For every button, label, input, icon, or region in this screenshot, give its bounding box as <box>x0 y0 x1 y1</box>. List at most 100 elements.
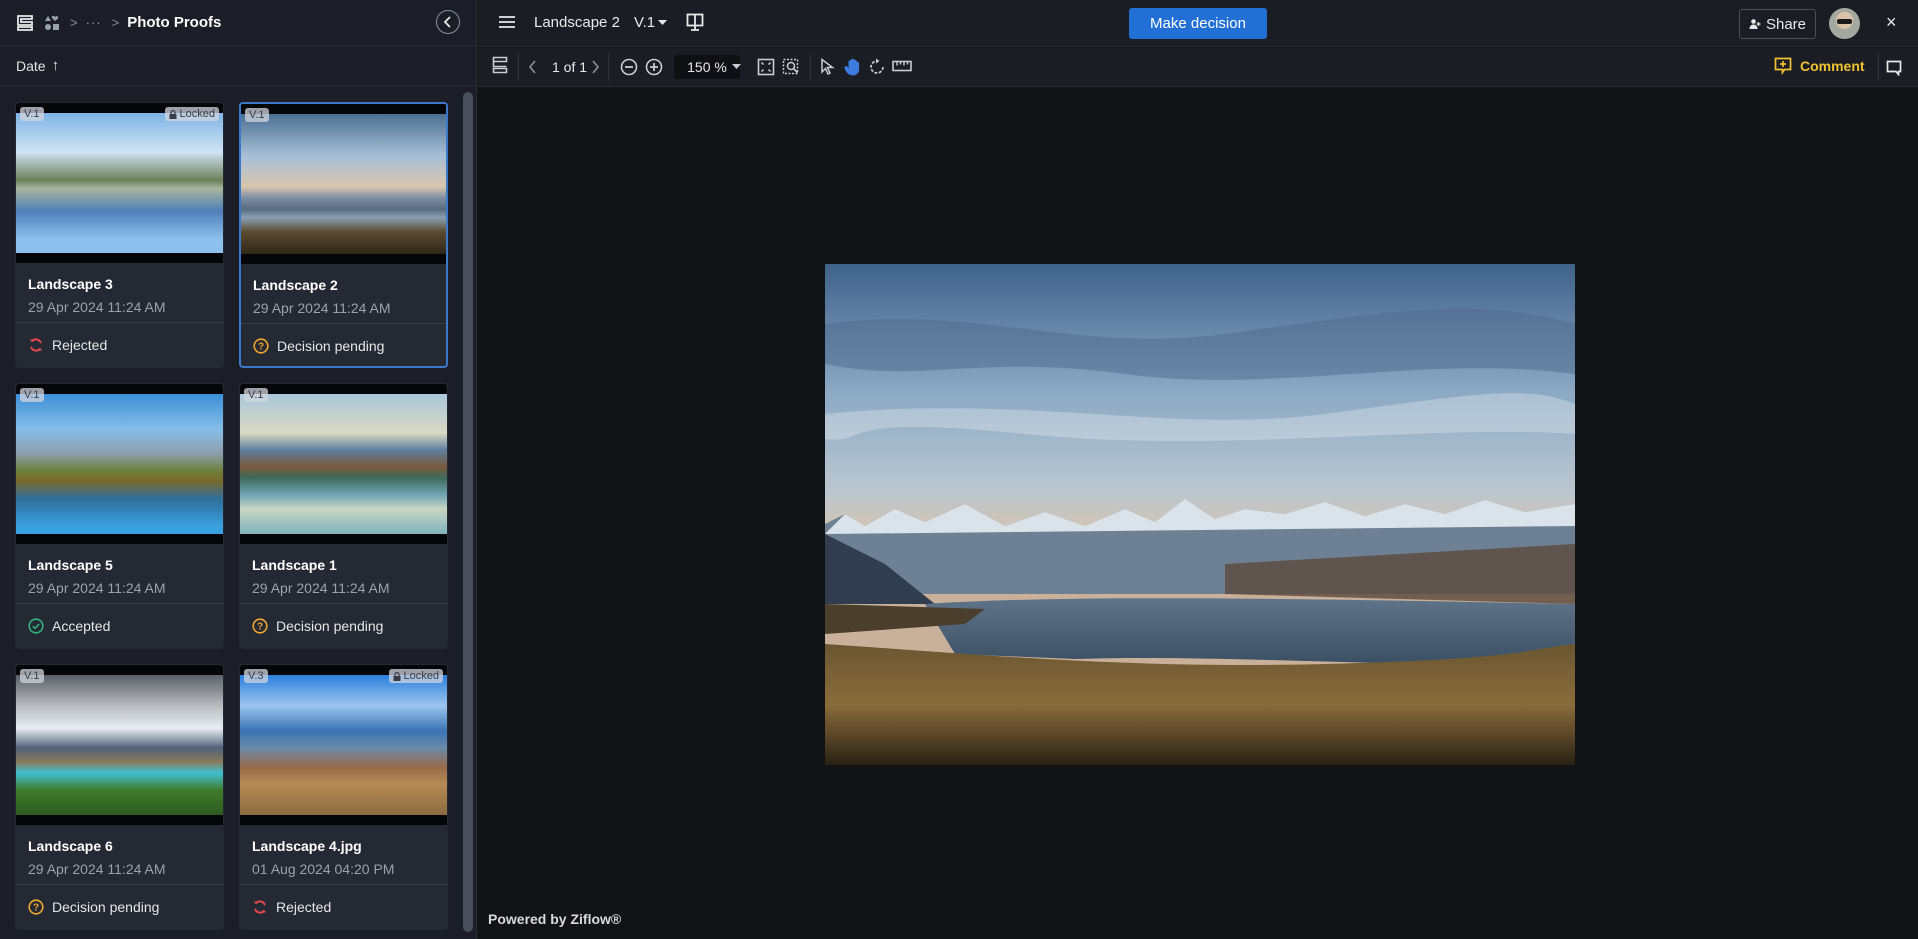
version-badge: V.1 <box>244 388 268 402</box>
projects-icon[interactable] <box>44 15 60 31</box>
previous-page-icon[interactable] <box>528 60 538 74</box>
breadcrumb-separator: > <box>111 15 120 30</box>
asset-name: Landscape 3 <box>28 276 113 292</box>
decision-status: Rejected <box>240 885 447 929</box>
landscape-image <box>825 264 1575 765</box>
status-label: Decision pending <box>276 618 384 634</box>
zoom-to-selection-icon[interactable] <box>782 58 800 76</box>
decision-status: ? Decision pending <box>16 885 223 929</box>
thumbnails-panel-icon[interactable] <box>492 56 508 74</box>
status-label: Decision pending <box>52 899 160 915</box>
sort-control[interactable]: Date ↑ <box>0 46 476 86</box>
asset-name: Landscape 4.jpg <box>252 838 362 854</box>
decision-status: ? Decision pending <box>241 324 446 366</box>
status-label: Accepted <box>52 618 111 634</box>
pan-hand-icon[interactable] <box>844 58 862 76</box>
rotate-icon[interactable] <box>868 58 886 76</box>
svg-text:?: ? <box>33 903 39 914</box>
rejected-icon <box>254 900 266 914</box>
viewer-toolbar: 1 of 1 150 % Comment <box>478 48 1918 87</box>
asset-date: 29 Apr 2024 11:24 AM <box>28 299 166 315</box>
asset-date: 01 Aug 2024 04:20 PM <box>252 861 395 877</box>
sidebar: > ··· > Photo Proofs Date ↑ V.1 Locked L… <box>0 0 477 939</box>
comment-plus-icon <box>1774 57 1792 75</box>
asset-date: 29 Apr 2024 11:24 AM <box>253 300 391 316</box>
asset-name: Landscape 2 <box>253 277 338 293</box>
asset-card[interactable]: V.1 Landscape 6 29 Apr 2024 11:24 AM ? D… <box>15 664 224 930</box>
status-label: Rejected <box>52 337 108 353</box>
add-comment-button[interactable]: Comment <box>1774 57 1865 75</box>
breadcrumb-current[interactable]: Photo Proofs <box>127 14 221 31</box>
breadcrumb-separator: > <box>70 15 78 30</box>
asset-date: 29 Apr 2024 11:24 AM <box>28 861 166 877</box>
question-circle-icon: ? <box>252 618 268 634</box>
comments-panel-icon[interactable] <box>1886 60 1902 76</box>
collapse-sidebar-button[interactable] <box>436 10 460 34</box>
version-badge: V.1 <box>20 669 44 683</box>
version-badge: V.1 <box>20 107 44 121</box>
check-circle-icon <box>28 618 44 634</box>
user-avatar[interactable] <box>1829 8 1860 39</box>
thumbnail: V.3 Locked <box>240 665 447 825</box>
asset-name: Landscape 6 <box>28 838 113 854</box>
lock-icon <box>169 109 177 119</box>
version-badge: V.3 <box>244 669 268 683</box>
svg-text:?: ? <box>258 342 264 353</box>
thumbnail: V.1 Locked <box>16 103 223 263</box>
asset-card[interactable]: V.1 Landscape 5 29 Apr 2024 11:24 AM Acc… <box>15 383 224 649</box>
sort-label: Date <box>16 57 46 74</box>
asset-card[interactable]: V.3 Locked Landscape 4.jpg 01 Aug 2024 0… <box>239 664 448 930</box>
breadcrumb-ellipsis[interactable]: ··· <box>86 15 102 30</box>
asset-date: 29 Apr 2024 11:24 AM <box>252 580 390 596</box>
asset-card[interactable]: V.1 Locked Landscape 3 29 Apr 2024 11:24… <box>15 102 224 368</box>
sidebar-header: > ··· > Photo Proofs <box>0 0 476 46</box>
make-decision-button[interactable]: Make decision <box>1129 8 1267 39</box>
status-label: Decision pending <box>277 338 385 354</box>
version-selector[interactable]: V.1 <box>634 14 668 31</box>
zoom-dropdown-caret-icon[interactable] <box>732 64 741 70</box>
svg-text:?: ? <box>257 622 263 633</box>
thumbnail: V.1 <box>240 384 447 544</box>
zoom-level-input[interactable]: 150 % <box>674 55 740 79</box>
share-button[interactable]: Share <box>1739 9 1816 39</box>
asset-date: 29 Apr 2024 11:24 AM <box>28 580 166 596</box>
locked-badge: Locked <box>164 107 219 121</box>
measure-ruler-icon[interactable] <box>892 60 912 72</box>
sort-arrow-up-icon[interactable]: ↑ <box>52 57 60 74</box>
close-icon[interactable]: × <box>1886 12 1897 33</box>
asset-name: Landscape 1 <box>252 557 337 573</box>
status-label: Rejected <box>276 899 332 915</box>
asset-card[interactable]: V.1 Landscape 1 29 Apr 2024 11:24 AM ? D… <box>239 383 448 649</box>
select-pointer-icon[interactable] <box>820 58 836 76</box>
zoom-out-icon[interactable] <box>620 58 638 76</box>
version-badge: V.1 <box>20 388 44 402</box>
thumbnail: V.1 <box>16 384 223 544</box>
sidebar-scrollbar[interactable] <box>463 92 473 932</box>
thumbnail: V.1 <box>16 665 223 825</box>
file-title: Landscape 2 <box>534 14 620 31</box>
locked-badge: Locked <box>388 669 443 683</box>
caret-down-icon <box>658 19 668 25</box>
chevron-left-icon <box>443 16 451 28</box>
ziflow-logo-icon[interactable] <box>16 14 34 32</box>
proof-image[interactable] <box>825 264 1575 765</box>
version-badge: V.1 <box>245 108 269 122</box>
decision-status: ? Decision pending <box>240 604 447 648</box>
add-user-icon <box>1749 19 1761 29</box>
question-circle-icon: ? <box>253 338 269 354</box>
page-indicator: 1 of 1 <box>552 59 588 75</box>
asset-grid: V.1 Locked Landscape 3 29 Apr 2024 11:24… <box>15 102 451 930</box>
zoom-in-icon[interactable] <box>645 58 663 76</box>
next-page-icon[interactable] <box>590 60 600 74</box>
compare-icon[interactable] <box>686 13 704 31</box>
thumbnail: V.1 <box>241 104 446 264</box>
asset-name: Landscape 5 <box>28 557 113 573</box>
asset-card-selected[interactable]: V.1 Landscape 2 29 Apr 2024 11:24 AM ? D… <box>239 102 448 368</box>
question-circle-icon: ? <box>28 899 44 915</box>
powered-by-footer: Powered by Ziflow® <box>488 911 622 927</box>
rejected-icon <box>30 338 42 352</box>
decision-status: Accepted <box>16 604 223 648</box>
hamburger-menu-icon[interactable] <box>498 14 516 30</box>
viewer-header: Landscape 2 V.1 Make decision Share × <box>478 0 1918 47</box>
fit-to-screen-icon[interactable] <box>757 58 775 76</box>
